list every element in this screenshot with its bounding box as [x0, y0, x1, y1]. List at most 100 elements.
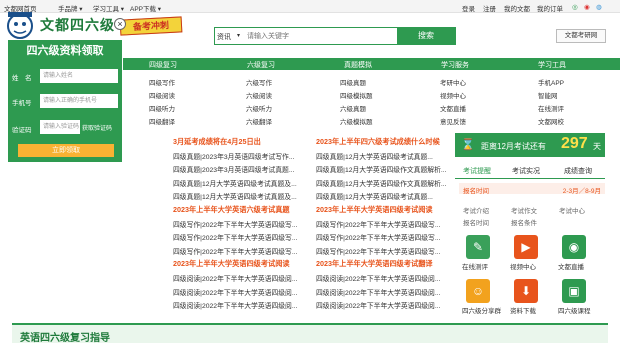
qq-icon[interactable]: ◍	[596, 3, 602, 11]
news-item[interactable]: 2023年上半年大学英语六级考试真题	[173, 205, 290, 215]
tab-exam-reminder[interactable]: 考试提醒	[463, 166, 491, 176]
search-input[interactable]	[247, 29, 397, 43]
top-my-wendu[interactable]: 我的文都	[504, 3, 530, 13]
nav-cet4[interactable]: 四级复习	[149, 60, 177, 70]
tool-label[interactable]: 四六级课程	[558, 305, 591, 315]
tool-icon[interactable]: ☺	[466, 279, 490, 303]
search-category-select[interactable]: 资讯	[217, 32, 231, 42]
tool-icon[interactable]: ▣	[562, 279, 586, 303]
exam-link[interactable]: 报名时间	[463, 217, 489, 227]
news-item[interactable]: 四级真题|12月大学英语四级考试真题及...	[173, 178, 297, 188]
subnav-link[interactable]: 六级真题	[340, 103, 366, 113]
subnav-link[interactable]: 六级翻译	[246, 116, 272, 126]
subnav-link[interactable]: 四级模拟题	[340, 90, 373, 100]
tool-label[interactable]: 资料下载	[510, 305, 536, 315]
tool-label[interactable]: 文都直播	[558, 261, 584, 271]
news-item[interactable]: 3月延考成绩将在4月25日出	[173, 137, 261, 147]
subnav-link[interactable]: 智能网	[538, 90, 558, 100]
chevron-down-icon[interactable]: ▾	[237, 32, 240, 39]
subnav-link[interactable]: 手机APP	[538, 77, 564, 87]
news-item[interactable]: 四级写作|2022年下半年大学英语四级写...	[316, 246, 441, 256]
exam-link[interactable]: 考试作文	[511, 205, 537, 215]
search-button[interactable]: 搜索	[397, 28, 455, 44]
top-link-tools[interactable]: 学习工具 ▾	[93, 3, 124, 13]
lead-form-panel: 四六级资料领取 姓 名 请输入姓名 手机号 请输入正确的手机号 验证码 请输入验…	[8, 40, 122, 162]
code-field[interactable]: 请输入验证码	[40, 120, 80, 134]
news-item[interactable]: 四级阅读|2022年下半年大学英语四级阅...	[316, 287, 441, 297]
name-field[interactable]: 请输入姓名	[40, 69, 118, 83]
tab-exam-live[interactable]: 考试实况	[512, 166, 540, 176]
nav-cet6[interactable]: 六级复习	[247, 60, 275, 70]
nav-tools[interactable]: 学习工具	[538, 60, 566, 70]
subnav-link[interactable]: 六级写作	[246, 77, 272, 87]
exam-link[interactable]: 考试中心	[559, 205, 585, 215]
subnav-link[interactable]: 六级模拟题	[340, 116, 373, 126]
subnav-link[interactable]: 在线测评	[538, 103, 564, 113]
news-item[interactable]: 四级阅读|2022年下半年大学英语四级阅...	[316, 300, 441, 310]
main-nav: 四级复习 六级复习 真题模拟 学习服务 学习工具	[123, 58, 620, 70]
news-item[interactable]: 四级真题|12月大学英语四级考试真题...	[316, 151, 433, 161]
news-item[interactable]: 四级写作|2022年下半年大学英语四级写...	[316, 219, 441, 229]
kaoyan-site-button[interactable]: 文都考研网	[556, 29, 606, 43]
subnav-link[interactable]: 考研中心	[440, 77, 466, 87]
phone-field[interactable]: 请输入正确的手机号	[40, 94, 118, 108]
subnav-link[interactable]: 文都网校	[538, 116, 564, 126]
tool-icon[interactable]: ⬇	[514, 279, 538, 303]
news-item[interactable]: 四级阅读|2022年下半年大学英语四级阅...	[316, 273, 441, 283]
tool-icon[interactable]: ◉	[562, 235, 586, 259]
news-item[interactable]: 四级阅读|2022年下半年大学英语四级阅...	[173, 287, 298, 297]
news-item[interactable]: 四级阅读|2022年下半年大学英语四级阅...	[173, 300, 298, 310]
logo-badge: 备考冲刺	[119, 16, 183, 36]
tab-score-query[interactable]: 成绩查询	[564, 166, 592, 176]
subnav-link[interactable]: 六级阅读	[246, 90, 272, 100]
subnav-link[interactable]: 四级翻译	[149, 116, 175, 126]
tool-label[interactable]: 在线测评	[462, 261, 488, 271]
tool-icon[interactable]: ▶	[514, 235, 538, 259]
news-item[interactable]: 2023年上半年四六级考试成绩什么时候	[316, 137, 440, 147]
weibo-icon[interactable]: ◉	[584, 3, 590, 11]
news-item[interactable]: 四级真题|12月大学英语四级考试真题...	[316, 191, 433, 201]
tool-icon[interactable]: ✎	[466, 235, 490, 259]
nav-services[interactable]: 学习服务	[441, 60, 469, 70]
news-item[interactable]: 四级阅读|2022年下半年大学英语四级阅...	[173, 273, 298, 283]
exam-link[interactable]: 报名条件	[511, 217, 537, 227]
submit-button[interactable]: 立即领取	[18, 144, 114, 157]
news-item[interactable]: 四级真题|12月大学英语四级作文真题解析...	[316, 178, 447, 188]
top-register[interactable]: 注册	[483, 3, 496, 13]
subnav-link[interactable]: 六级听力	[246, 103, 272, 113]
news-item[interactable]: 四级真题|12月大学英语四级作文真题解析...	[316, 164, 447, 174]
top-link-brand[interactable]: 手品牌 ▾	[58, 3, 83, 13]
name-label: 姓 名	[12, 75, 32, 82]
wechat-icon[interactable]: ◎	[572, 3, 578, 11]
countdown-days: 297	[561, 135, 588, 152]
tool-label[interactable]: 视频中心	[510, 261, 536, 271]
news-item[interactable]: 四级写作|2022年下半年大学英语四级写...	[173, 232, 298, 242]
news-item[interactable]: 四级真题|12月大学英语四级考试真题及...	[173, 191, 297, 201]
close-icon[interactable]: ×	[114, 18, 126, 30]
news-item[interactable]: 四级真题|2023年3月英语四级考试写作...	[173, 151, 295, 161]
reg-time-value: 2-3月／8-9月	[562, 188, 601, 195]
news-item[interactable]: 2023年上半年大学英语四级考试翻译	[316, 259, 433, 269]
top-my-orders[interactable]: 我的订单	[537, 3, 563, 13]
news-item[interactable]: 四级写作|2022年下半年大学英语四级写...	[173, 246, 298, 256]
nav-exams[interactable]: 真题模拟	[344, 60, 372, 70]
subnav-link[interactable]: 四级阅读	[149, 90, 175, 100]
panel-title: 四六级资料领取	[26, 45, 104, 57]
subnav-link[interactable]: 四级真题	[340, 77, 366, 87]
news-item[interactable]: 2023年上半年大学英语四级考试阅读	[316, 205, 433, 215]
tab-divider	[455, 178, 605, 179]
news-item[interactable]: 四级写作|2022年下半年大学英语四级写...	[316, 232, 441, 242]
top-link-app[interactable]: APP下载 ▾	[130, 3, 161, 13]
subnav-link[interactable]: 意见反馈	[440, 116, 466, 126]
subnav-link[interactable]: 视频中心	[440, 90, 466, 100]
subnav-link[interactable]: 四级听力	[149, 103, 175, 113]
tool-label[interactable]: 四六级分享群	[462, 305, 501, 315]
news-item[interactable]: 2023年上半年大学英语四级考试阅读	[173, 259, 290, 269]
subnav-link[interactable]: 四级写作	[149, 77, 175, 87]
news-item[interactable]: 四级写作|2022年下半年大学英语四级写...	[173, 219, 298, 229]
subnav-link[interactable]: 文都直播	[440, 103, 466, 113]
news-item[interactable]: 四级真题|2023年3月英语四级考试真题...	[173, 164, 295, 174]
exam-link[interactable]: 考试介绍	[463, 205, 489, 215]
top-login[interactable]: 登录	[462, 3, 475, 13]
get-code-button[interactable]: 获取验证码	[82, 123, 112, 132]
